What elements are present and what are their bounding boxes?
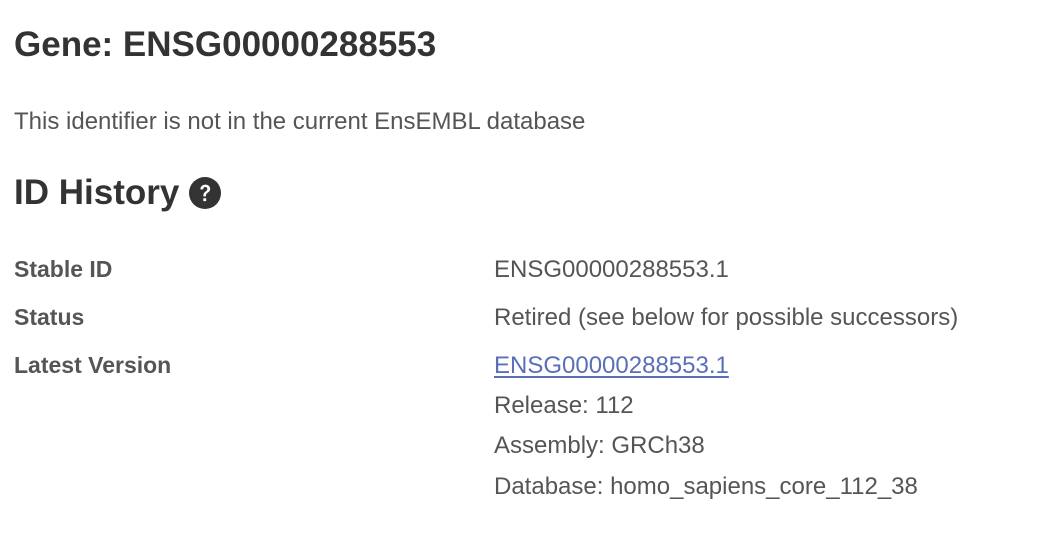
stable-id-value: ENSG00000288553.1 bbox=[494, 256, 729, 283]
status-value: Retired (see below for possible successo… bbox=[494, 304, 959, 331]
latest-version-link[interactable]: ENSG00000288553.1 bbox=[494, 352, 729, 379]
database-value: Database: homo_sapiens_core_112_38 bbox=[494, 473, 918, 500]
id-history-heading: ID History bbox=[14, 170, 222, 216]
question-circle-icon[interactable] bbox=[189, 177, 222, 209]
release-value: Release: 112 bbox=[494, 392, 634, 419]
assembly-value: Assembly: GRCh38 bbox=[494, 432, 705, 459]
latest-version-link-row: ENSG00000288553.1 bbox=[494, 350, 729, 382]
status-label: Status bbox=[14, 304, 85, 330]
id-history-heading-text: ID History bbox=[14, 173, 180, 212]
not-found-notice: This identifier is not in the current En… bbox=[14, 108, 586, 135]
page-title: Gene: ENSG00000288553 bbox=[14, 25, 437, 64]
latest-version-label: Latest Version bbox=[14, 352, 172, 378]
stable-id-label: Stable ID bbox=[14, 256, 113, 282]
